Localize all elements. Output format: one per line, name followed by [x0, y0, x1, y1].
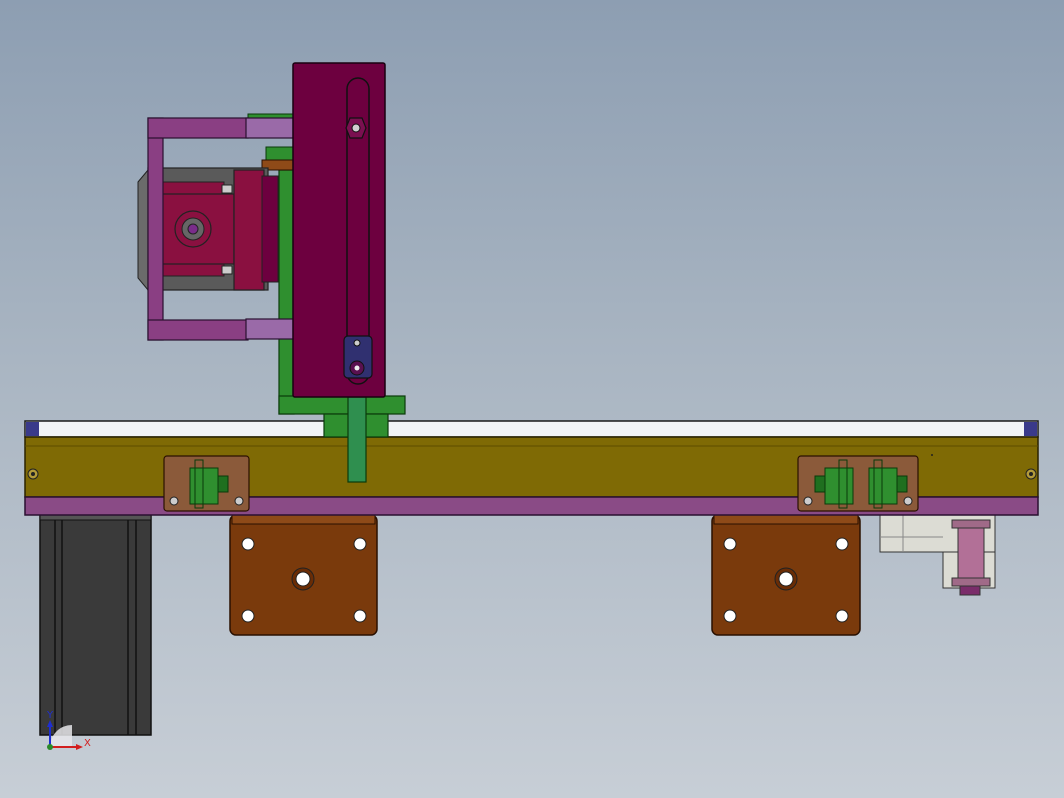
y-axis-label: Y: [46, 710, 54, 721]
stepper-motor[interactable]: [39, 509, 152, 736]
rail-mark: [931, 454, 933, 456]
end-block-assembly[interactable]: [879, 514, 996, 596]
brown-block-right[interactable]: [711, 514, 861, 636]
sensor-plate-left[interactable]: [163, 455, 250, 512]
cad-model-icon[interactable]: X Y: [0, 0, 1064, 798]
slider-plate[interactable]: [292, 62, 386, 398]
cad-viewport[interactable]: X Y: [0, 0, 1064, 798]
x-axis-label: X: [84, 738, 91, 749]
sensor-plate-right[interactable]: [797, 455, 919, 512]
brown-block-left[interactable]: [229, 514, 378, 636]
